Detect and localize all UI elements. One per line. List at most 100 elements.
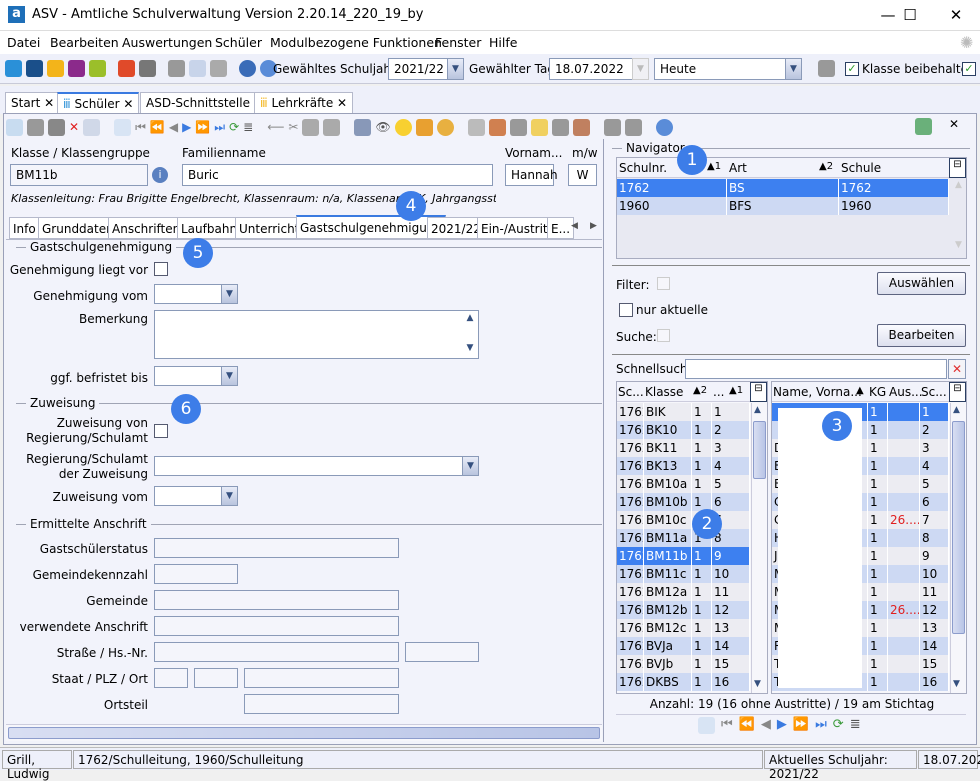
column-header-name[interactable]: Name, Vorna... — [773, 385, 862, 399]
auswaehlen-button[interactable]: Auswählen — [877, 272, 966, 295]
prev-page-icon[interactable]: ⏪ — [739, 717, 755, 734]
prev-page-icon[interactable]: ⏪ — [150, 120, 165, 134]
tab-scroll-left-icon[interactable]: ◀ — [571, 221, 578, 231]
list-icon[interactable] — [698, 717, 715, 734]
students-icon[interactable] — [5, 60, 22, 77]
extra-checkbox[interactable]: ✓ — [962, 62, 976, 76]
chevron-down-icon[interactable]: ▼ — [462, 456, 479, 476]
klassen-row[interactable]: 1762BVJb115 — [617, 655, 750, 673]
menu-modulbezogene-funktionen[interactable]: Modulbezogene Funktionen — [270, 35, 442, 50]
tab-lehrkraefte[interactable]: ⅲ Lehrkräfte ✕ — [254, 92, 354, 114]
group2-icon[interactable] — [624, 118, 642, 136]
delete-icon[interactable]: ✕ — [69, 120, 79, 134]
familienname-field[interactable]: Buric — [182, 164, 493, 186]
reports-icon[interactable] — [118, 60, 135, 77]
chevron-down-icon[interactable]: ▼ — [785, 58, 802, 80]
subtab-unterricht[interactable]: Unterricht — [235, 217, 304, 239]
klassen-row[interactable]: 1762BM12a111 — [617, 583, 750, 601]
column-header-more[interactable]: ... — [713, 385, 724, 399]
tab-start[interactable]: Start ✕ — [5, 92, 61, 114]
remove-icon[interactable] — [83, 118, 101, 136]
column-header-klasse[interactable]: Klasse — [645, 385, 683, 399]
info-icon[interactable]: i — [152, 167, 168, 183]
subtab-gastschulgenehmigung[interactable]: Gastschulgenehmigung — [296, 215, 447, 239]
edit-icon[interactable] — [551, 118, 569, 136]
details-icon[interactable]: ≣ — [243, 120, 253, 134]
column-header-schule[interactable]: Schule — [841, 161, 881, 175]
menu-hilfe[interactable]: Hilfe — [489, 35, 517, 50]
schuljahr-select[interactable]: 2021/22 — [388, 58, 448, 80]
close-navigator-button[interactable]: ✕ — [949, 117, 959, 131]
tag-mode-select[interactable]: Heute — [654, 58, 786, 80]
vorname-field[interactable]: Hannah — [505, 164, 558, 186]
navigator-scrollbar[interactable]: ▲ ▼ — [951, 180, 966, 258]
details-icon[interactable]: ≣ — [850, 717, 861, 734]
zuweisung-vom-field[interactable] — [154, 486, 222, 506]
column-chooser-icon[interactable]: ⊟ — [949, 158, 966, 178]
print-list-icon[interactable] — [139, 60, 156, 77]
prev-icon[interactable]: ◀ — [169, 120, 178, 134]
first-icon[interactable]: ⏮ — [135, 120, 146, 135]
tag-field[interactable]: 18.07.2022 — [549, 58, 633, 80]
menu-fenster[interactable]: Fenster — [435, 35, 481, 50]
bemerkung-textarea[interactable] — [154, 310, 479, 359]
refresh-icon[interactable]: ⟳ — [833, 717, 844, 734]
back-icon[interactable]: ⟵ — [267, 120, 284, 134]
subtab-ein-austritt[interactable]: Ein-/Austritt — [477, 217, 557, 239]
subtab-grunddaten[interactable]: Grunddaten — [38, 217, 118, 239]
klassen-row[interactable]: 1762BM10c17 — [617, 511, 750, 529]
save-icon[interactable] — [27, 118, 44, 136]
column-header-sort2[interactable]: ▲2 — [693, 385, 707, 396]
klasse-beibehalten-checkbox[interactable]: ✓ — [845, 62, 859, 76]
schnellsuche-input[interactable] — [685, 359, 947, 379]
regierung-select[interactable] — [154, 456, 463, 476]
scroll-up-icon[interactable]: ▲ — [953, 405, 960, 415]
scrollbar-thumb[interactable] — [753, 421, 766, 479]
lightning-icon[interactable] — [210, 60, 227, 77]
database-icon[interactable] — [818, 60, 835, 77]
column-header-sc[interactable]: Sc... — [921, 385, 947, 399]
lightbulb-icon[interactable] — [394, 118, 412, 136]
school-row[interactable]: 1960 BFS 1960 — [617, 197, 949, 215]
school-row[interactable]: 1762 BS 1762 — [617, 179, 949, 197]
new-record-icon[interactable] — [6, 118, 23, 136]
scroll-down-icon[interactable]: ▼ — [754, 679, 761, 689]
print-icon[interactable] — [354, 118, 372, 136]
scrollbar-thumb[interactable] — [952, 421, 965, 634]
column-header-art[interactable]: Art — [729, 161, 747, 175]
clock-icon[interactable] — [436, 118, 454, 136]
next-icon[interactable]: ▶ — [777, 717, 787, 734]
chevron-down-icon[interactable]: ▼ — [221, 366, 238, 386]
copy-icon[interactable] — [168, 60, 185, 77]
contact-icon[interactable] — [572, 118, 590, 136]
copy-icon[interactable] — [302, 118, 320, 136]
chevron-down-icon[interactable]: ▼ — [221, 284, 238, 304]
last-icon[interactable]: ⏭ — [815, 717, 827, 734]
zuweisung-checkbox[interactable] — [154, 424, 168, 438]
schueler-scrollbar[interactable]: ▲ ▼ — [950, 403, 966, 693]
eye-icon[interactable]: 👁 — [375, 120, 390, 134]
klassen-row[interactable]: 1762BM11c110 — [617, 565, 750, 583]
genehmigung-liegt-vor-checkbox[interactable] — [154, 262, 168, 276]
column-header-schulnr[interactable]: Sc... — [618, 385, 644, 399]
export-icon[interactable] — [467, 118, 485, 136]
column-header-austritt[interactable]: Aus... — [889, 385, 923, 399]
chevron-down-icon[interactable]: ▼ — [447, 58, 464, 80]
klassen-row[interactable]: 1762DKBS116 — [617, 673, 750, 691]
first-icon[interactable]: ⏮ — [721, 717, 733, 734]
list-icon[interactable] — [114, 118, 132, 136]
column-header-schulnr[interactable]: Schulnr. — [619, 161, 667, 175]
help-icon[interactable] — [655, 118, 673, 136]
column-header-kg[interactable]: KG — [869, 385, 886, 399]
klasse-field[interactable]: BM11b — [10, 164, 148, 186]
klassen-row[interactable]: 1762BM11a18 — [617, 529, 750, 547]
nur-aktuelle-checkbox[interactable] — [619, 303, 633, 317]
close-button[interactable]: ✕ — [936, 4, 976, 26]
klassen-scrollbar[interactable]: ▲ ▼ — [751, 403, 767, 693]
clear-search-icon[interactable]: ✕ — [948, 359, 966, 379]
subtab-info[interactable]: Info — [9, 217, 40, 239]
tb-icon[interactable] — [509, 118, 527, 136]
cut-icon[interactable]: ✂ — [288, 120, 298, 134]
close-icon[interactable]: ✕ — [44, 96, 54, 110]
klassen-row[interactable]: 1762BM10a15 — [617, 475, 750, 493]
